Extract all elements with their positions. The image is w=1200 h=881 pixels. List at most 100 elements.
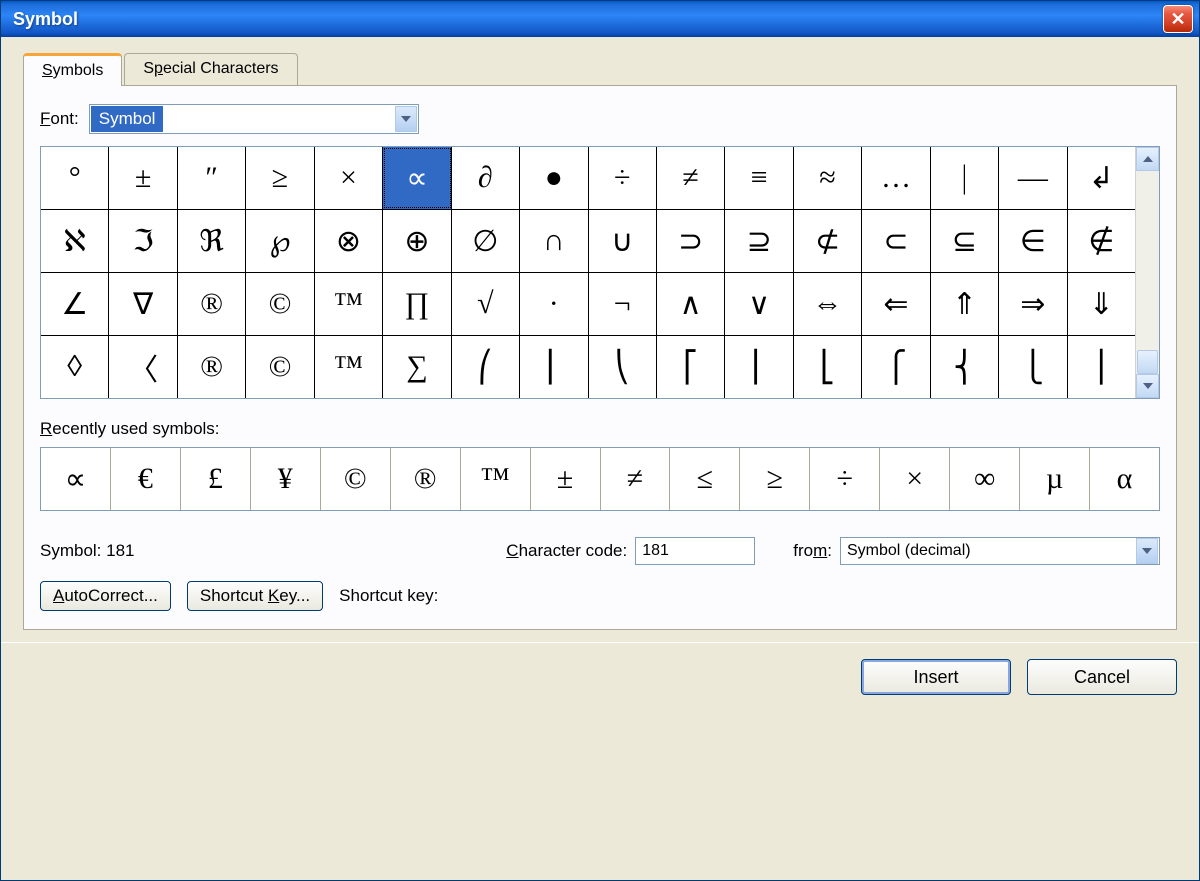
chevron-down-icon[interactable] xyxy=(1136,538,1158,564)
symbol-cell[interactable]: ∉ xyxy=(1068,210,1135,272)
symbol-cell[interactable]: ∏ xyxy=(383,273,451,335)
recent-symbol-cell[interactable]: ≠ xyxy=(601,448,671,510)
symbol-cell[interactable]: ⇑ xyxy=(931,273,999,335)
symbol-cell[interactable]: ⎧ xyxy=(862,336,930,398)
symbol-cell[interactable]: ⇒ xyxy=(999,273,1067,335)
symbol-cell[interactable]: ∝ xyxy=(383,147,451,209)
symbol-cell[interactable]: × xyxy=(315,147,383,209)
recent-symbol-cell[interactable]: µ xyxy=(1020,448,1090,510)
chevron-down-icon[interactable] xyxy=(395,106,417,132)
symbol-cell[interactable]: ⎩ xyxy=(999,336,1067,398)
recent-symbol-cell[interactable]: ™ xyxy=(461,448,531,510)
symbol-cell[interactable]: ⎣ xyxy=(794,336,862,398)
symbol-cell[interactable]: ⎡ xyxy=(657,336,725,398)
symbol-cell[interactable]: ∇ xyxy=(109,273,177,335)
symbol-cell[interactable]: ⊃ xyxy=(657,210,725,272)
recent-symbol-cell[interactable]: × xyxy=(880,448,950,510)
scroll-track[interactable] xyxy=(1136,171,1159,374)
symbol-cell[interactable]: ⎜ xyxy=(520,336,588,398)
recent-symbol-cell[interactable]: ≥ xyxy=(740,448,810,510)
symbol-cell[interactable]: ™ xyxy=(315,336,383,398)
symbol-cell[interactable]: ⊆ xyxy=(931,210,999,272)
symbol-cell[interactable]: ⇔ xyxy=(794,273,862,335)
symbol-cell[interactable]: ∩ xyxy=(520,210,588,272)
symbol-cell[interactable]: · xyxy=(520,273,588,335)
close-button[interactable]: ✕ xyxy=(1163,5,1193,33)
symbol-cell[interactable]: ◊ xyxy=(41,336,109,398)
autocorrect-button[interactable]: AutoCorrect... xyxy=(40,581,171,611)
symbol-cell[interactable]: ℑ xyxy=(109,210,177,272)
button-row: AutoCorrect... Shortcut Key... Shortcut … xyxy=(40,581,1160,611)
symbol-cell[interactable]: ° xyxy=(41,147,109,209)
symbol-cell[interactable]: ∑ xyxy=(383,336,451,398)
recent-symbol-cell[interactable]: ≤ xyxy=(670,448,740,510)
symbol-cell[interactable]: ≡ xyxy=(725,147,793,209)
symbol-cell[interactable]: ≥ xyxy=(246,147,314,209)
tab-symbols[interactable]: Symbols xyxy=(23,53,122,86)
recent-symbol-cell[interactable]: £ xyxy=(181,448,251,510)
symbol-cell[interactable]: ∂ xyxy=(452,147,520,209)
symbol-cell[interactable]: ⇐ xyxy=(862,273,930,335)
recent-symbol-cell[interactable]: ± xyxy=(531,448,601,510)
symbol-cell[interactable]: ® xyxy=(178,336,246,398)
shortcut-key-button[interactable]: Shortcut Key... xyxy=(187,581,323,611)
symbol-cell[interactable]: √ xyxy=(452,273,520,335)
tab-special-characters[interactable]: Special Characters xyxy=(124,53,297,85)
symbol-cell[interactable]: ∨ xyxy=(725,273,793,335)
recent-symbol-cell[interactable]: © xyxy=(321,448,391,510)
symbol-cell[interactable]: © xyxy=(246,336,314,398)
scroll-up-button[interactable] xyxy=(1136,147,1159,171)
symbol-cell[interactable]: ⇓ xyxy=(1068,273,1135,335)
symbol-cell[interactable]: ∈ xyxy=(999,210,1067,272)
recent-symbol-cell[interactable]: ÷ xyxy=(810,448,880,510)
symbol-cell[interactable]: ● xyxy=(520,147,588,209)
symbol-cell[interactable]: ℜ xyxy=(178,210,246,272)
symbol-cell[interactable]: … xyxy=(862,147,930,209)
font-select[interactable]: Symbol xyxy=(89,104,419,134)
symbol-cell[interactable]: ™ xyxy=(315,273,383,335)
scrollbar[interactable] xyxy=(1135,147,1159,398)
symbol-cell[interactable]: ⎛ xyxy=(452,336,520,398)
symbol-cell[interactable]: ″ xyxy=(178,147,246,209)
symbol-cell[interactable]: ⎪ xyxy=(1068,336,1135,398)
symbol-cell[interactable]: ≠ xyxy=(657,147,725,209)
symbol-cell[interactable]: ℘ xyxy=(246,210,314,272)
symbol-cell[interactable]: ∪ xyxy=(589,210,657,272)
cancel-button[interactable]: Cancel xyxy=(1027,659,1177,695)
font-label: Font: xyxy=(40,109,79,129)
symbol-cell[interactable]: ® xyxy=(178,273,246,335)
symbol-cell[interactable]: ⊄ xyxy=(794,210,862,272)
symbol-cell[interactable]: © xyxy=(246,273,314,335)
symbol-cell[interactable]: ↲ xyxy=(1068,147,1135,209)
symbol-cell[interactable]: ¬ xyxy=(589,273,657,335)
symbol-cell[interactable]: ⎨ xyxy=(931,336,999,398)
symbol-cell[interactable]: ℵ xyxy=(41,210,109,272)
symbol-cell[interactable]: ⊇ xyxy=(725,210,793,272)
symbol-cell[interactable]: ｜ xyxy=(931,147,999,209)
char-code-label: Character code: xyxy=(506,541,627,561)
scroll-thumb[interactable] xyxy=(1137,350,1158,374)
recent-symbol-cell[interactable]: € xyxy=(111,448,181,510)
symbol-cell[interactable]: ≈ xyxy=(794,147,862,209)
symbol-cell[interactable]: ∠ xyxy=(41,273,109,335)
symbol-cell[interactable]: ⊂ xyxy=(862,210,930,272)
recent-symbol-cell[interactable]: α xyxy=(1090,448,1159,510)
recent-symbol-cell[interactable]: ® xyxy=(391,448,461,510)
symbol-cell[interactable]: ⊗ xyxy=(315,210,383,272)
symbol-cell[interactable]: 〈 xyxy=(109,336,177,398)
recent-symbol-cell[interactable]: ¥ xyxy=(251,448,321,510)
char-code-input[interactable] xyxy=(635,537,755,565)
recent-symbol-cell[interactable]: ∞ xyxy=(950,448,1020,510)
symbol-cell[interactable]: ÷ xyxy=(589,147,657,209)
symbol-cell[interactable]: — xyxy=(999,147,1067,209)
symbol-cell[interactable]: ∧ xyxy=(657,273,725,335)
symbol-cell[interactable]: ⊕ xyxy=(383,210,451,272)
symbol-cell[interactable]: ± xyxy=(109,147,177,209)
insert-button[interactable]: Insert xyxy=(861,659,1011,695)
symbol-cell[interactable]: ⎢ xyxy=(725,336,793,398)
symbol-cell[interactable]: ∅ xyxy=(452,210,520,272)
from-select[interactable]: Symbol (decimal) xyxy=(840,537,1160,565)
recent-symbol-cell[interactable]: ∝ xyxy=(41,448,111,510)
symbol-cell[interactable]: ⎝ xyxy=(589,336,657,398)
scroll-down-button[interactable] xyxy=(1136,374,1159,398)
